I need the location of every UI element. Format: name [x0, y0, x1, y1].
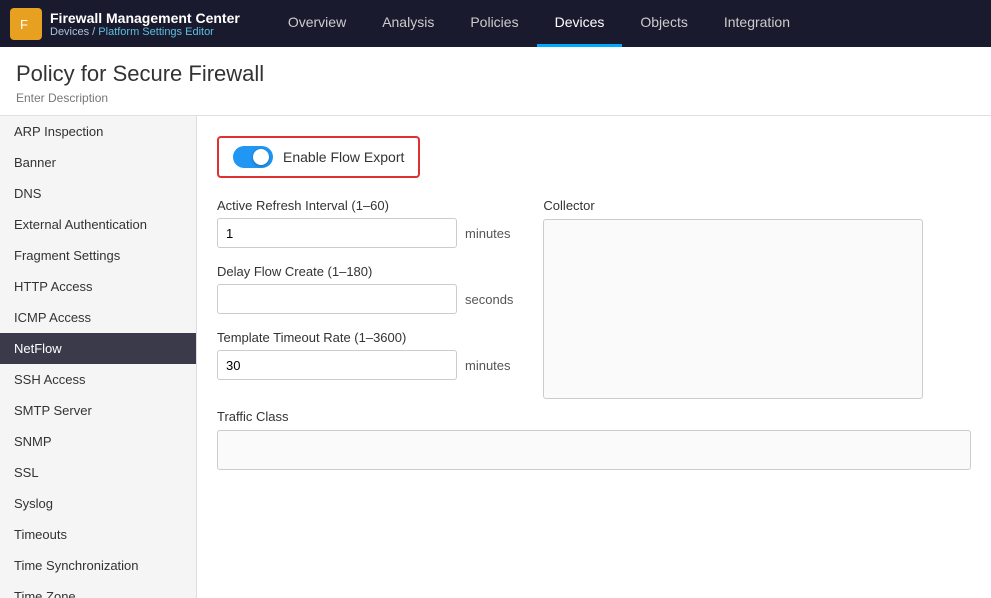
enable-flow-export-box: Enable Flow Export	[217, 136, 420, 178]
sidebar-item-smtp-server[interactable]: SMTP Server	[0, 395, 196, 426]
app-subtitle: Devices / Platform Settings Editor	[50, 26, 240, 38]
two-column-layout: Active Refresh Interval (1–60) minutes D…	[217, 198, 971, 399]
flow-export-toggle[interactable]	[233, 146, 273, 168]
app-title-block: Firewall Management Center Devices / Pla…	[50, 10, 240, 38]
nav-analysis[interactable]: Analysis	[364, 0, 452, 47]
main-layout: ARP Inspection Banner DNS External Authe…	[0, 116, 991, 598]
active-refresh-input[interactable]	[217, 218, 457, 248]
nav-objects[interactable]: Objects	[622, 0, 705, 47]
app-logo-icon: F	[10, 8, 42, 40]
nav-overview[interactable]: Overview	[270, 0, 364, 47]
nav-links: Overview Analysis Policies Devices Objec…	[270, 0, 808, 47]
policy-description: Enter Description	[16, 91, 975, 105]
nav-devices[interactable]: Devices	[537, 0, 623, 47]
delay-flow-row: Delay Flow Create (1–180) seconds	[217, 264, 513, 314]
sidebar-item-arp-inspection[interactable]: ARP Inspection	[0, 116, 196, 147]
sidebar: ARP Inspection Banner DNS External Authe…	[0, 116, 197, 598]
sidebar-item-http-access[interactable]: HTTP Access	[0, 271, 196, 302]
sidebar-item-time-zone[interactable]: Time Zone	[0, 581, 196, 598]
left-column: Active Refresh Interval (1–60) minutes D…	[217, 198, 513, 399]
traffic-class-box	[217, 430, 971, 470]
nav-policies[interactable]: Policies	[452, 0, 536, 47]
active-refresh-inline: minutes	[217, 218, 513, 248]
sidebar-item-ssh-access[interactable]: SSH Access	[0, 364, 196, 395]
sidebar-item-snmp[interactable]: SNMP	[0, 426, 196, 457]
policy-title: Policy for Secure Firewall	[16, 61, 975, 87]
collector-box	[543, 219, 923, 399]
sidebar-item-icmp-access[interactable]: ICMP Access	[0, 302, 196, 333]
delay-flow-label: Delay Flow Create (1–180)	[217, 264, 513, 279]
right-column: Collector	[543, 198, 971, 399]
svg-text:F: F	[20, 17, 28, 32]
policy-header: Policy for Secure Firewall Enter Descrip…	[0, 47, 991, 116]
sidebar-item-external-auth[interactable]: External Authentication	[0, 209, 196, 240]
sidebar-item-ssl[interactable]: SSL	[0, 457, 196, 488]
nav-integration[interactable]: Integration	[706, 0, 808, 47]
sidebar-item-banner[interactable]: Banner	[0, 147, 196, 178]
top-nav: F Firewall Management Center Devices / P…	[0, 0, 991, 47]
app-logo: F Firewall Management Center Devices / P…	[10, 8, 240, 40]
delay-flow-inline: seconds	[217, 284, 513, 314]
collector-label: Collector	[543, 198, 971, 213]
toggle-track	[233, 146, 273, 168]
template-timeout-label: Template Timeout Rate (1–3600)	[217, 330, 513, 345]
sidebar-item-dns[interactable]: DNS	[0, 178, 196, 209]
active-refresh-row: Active Refresh Interval (1–60) minutes	[217, 198, 513, 248]
template-timeout-inline: minutes	[217, 350, 513, 380]
sidebar-item-time-sync[interactable]: Time Synchronization	[0, 550, 196, 581]
active-refresh-unit: minutes	[465, 226, 511, 241]
template-timeout-row: Template Timeout Rate (1–3600) minutes	[217, 330, 513, 380]
app-name: Firewall Management Center	[50, 10, 240, 26]
traffic-class-label: Traffic Class	[217, 409, 971, 424]
template-timeout-input[interactable]	[217, 350, 457, 380]
content-area: Enable Flow Export Active Refresh Interv…	[197, 116, 991, 598]
flow-export-label: Enable Flow Export	[283, 149, 404, 165]
sidebar-item-timeouts[interactable]: Timeouts	[0, 519, 196, 550]
sidebar-item-fragment-settings[interactable]: Fragment Settings	[0, 240, 196, 271]
toggle-thumb	[253, 149, 269, 165]
delay-flow-input[interactable]	[217, 284, 457, 314]
sidebar-item-syslog[interactable]: Syslog	[0, 488, 196, 519]
template-timeout-unit: minutes	[465, 358, 511, 373]
active-refresh-label: Active Refresh Interval (1–60)	[217, 198, 513, 213]
sidebar-item-netflow[interactable]: NetFlow	[0, 333, 196, 364]
platform-settings-link[interactable]: Platform Settings Editor	[98, 26, 214, 38]
delay-flow-unit: seconds	[465, 292, 513, 307]
